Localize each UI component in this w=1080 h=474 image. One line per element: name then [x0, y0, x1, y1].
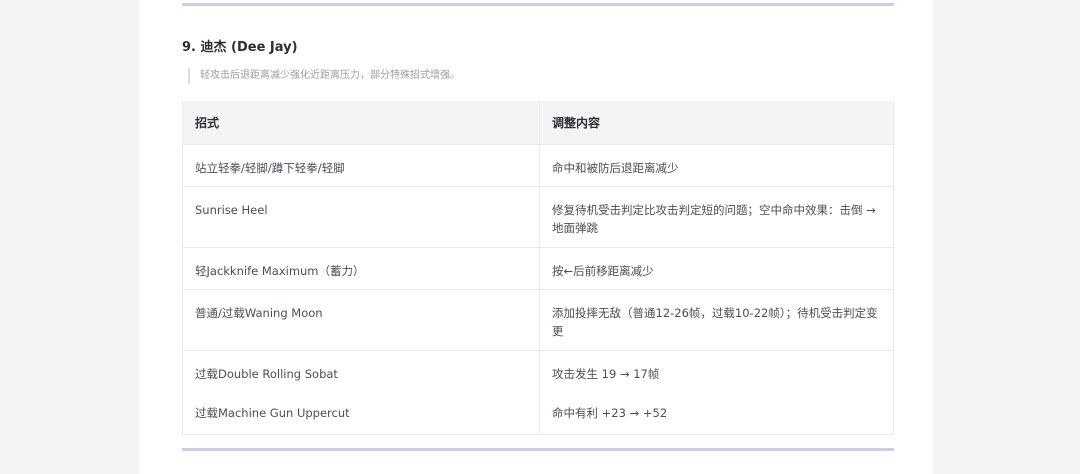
adjustment-cell: 添加投摔无敌（普通12-26帧，过载10-22帧）；待机受击判定变更	[539, 289, 894, 350]
table-row: 普通/过载Waning Moon 添加投摔无敌（普通12-26帧，过载10-22…	[182, 289, 894, 350]
table-row: 站立轻拳/轻脚/蹲下轻拳/轻脚 命中和被防后退距离减少	[182, 144, 894, 186]
table-row: 过载Double Rolling Sobat 攻击发生 19 → 17帧	[182, 350, 894, 392]
table-row: 轻Jackknife Maximum（蓄力） 按←后前移距离减少	[182, 247, 894, 289]
adjustments-table: 招式 调整内容 站立轻拳/轻脚/蹲下轻拳/轻脚 命中和被防后退距离减少 Sunr…	[182, 101, 894, 435]
header-adjustment: 调整内容	[539, 101, 894, 144]
adjustment-cell: 命中和被防后退距离减少	[539, 144, 894, 186]
move-cell: 过载Machine Gun Uppercut	[182, 392, 540, 434]
move-cell: Sunrise Heel	[182, 186, 540, 247]
section-heading: 9. 迪杰 (Dee Jay)	[182, 40, 298, 55]
adjustment-cell: 攻击发生 19 → 17帧	[539, 350, 894, 392]
move-cell: 普通/过载Waning Moon	[182, 289, 540, 350]
bottom-divider	[182, 448, 894, 451]
table-row: Sunrise Heel 修复待机受击判定比攻击判定短的问题；空中命中效果：击倒…	[182, 186, 894, 247]
article-page: 9. 迪杰 (Dee Jay) 轻攻击后退距离减少强化近距离压力，部分特殊招式增…	[139, 0, 933, 474]
top-divider	[182, 3, 894, 6]
header-move: 招式	[182, 101, 540, 144]
adjustment-cell: 按←后前移距离减少	[539, 247, 894, 289]
move-cell: 轻Jackknife Maximum（蓄力）	[182, 247, 540, 289]
section-note-blockquote: 轻攻击后退距离减少强化近距离压力，部分特殊招式增强。	[188, 68, 460, 84]
table-header-row: 招式 调整内容	[182, 101, 894, 144]
move-cell: 过载Double Rolling Sobat	[182, 350, 540, 392]
table-row: 过载Machine Gun Uppercut 命中有利 +23 → +52	[182, 392, 894, 434]
move-cell: 站立轻拳/轻脚/蹲下轻拳/轻脚	[182, 144, 540, 186]
adjustment-cell: 命中有利 +23 → +52	[539, 392, 894, 434]
adjustment-cell: 修复待机受击判定比攻击判定短的问题；空中命中效果：击倒 → 地面弹跳	[539, 186, 894, 247]
